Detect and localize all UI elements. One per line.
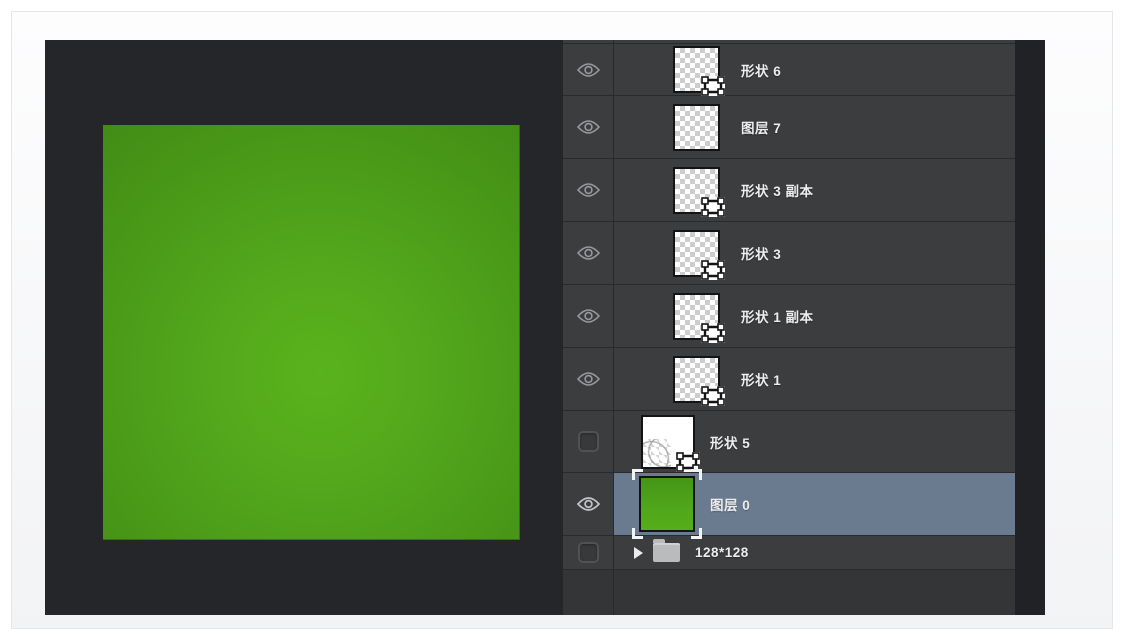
- empty-checkbox-icon: [578, 431, 599, 452]
- layer-row-shape6[interactable]: 形状 6: [563, 44, 1015, 96]
- visibility-toggle[interactable]: [563, 536, 614, 569]
- layer-row-layer7[interactable]: 图层 7: [563, 96, 1015, 159]
- layer-thumbnail[interactable]: [673, 230, 720, 277]
- vector-mask-badge: [700, 259, 726, 281]
- green-square-artwork: [103, 125, 520, 540]
- layer-row-shape1[interactable]: 形状 1: [563, 348, 1015, 411]
- layer-thumbnail[interactable]: [639, 476, 695, 532]
- vector-mask-badge: [700, 322, 726, 344]
- panel-scrollbar-track[interactable]: [1015, 40, 1045, 615]
- layer-name[interactable]: 形状 5: [710, 432, 750, 452]
- visibility-toggle[interactable]: [563, 473, 614, 535]
- selected-thumbnail-wrap[interactable]: [639, 476, 695, 532]
- layer-row-layer0[interactable]: 图层 0: [563, 473, 1015, 536]
- selection-bracket: [691, 528, 702, 539]
- layer-name[interactable]: 图层 7: [741, 117, 781, 137]
- layer-name[interactable]: 形状 3 副本: [741, 180, 814, 200]
- layer-thumbnail[interactable]: [673, 104, 720, 151]
- visibility-toggle[interactable]: [563, 348, 614, 410]
- selection-bracket: [632, 528, 643, 539]
- eye-icon: [576, 496, 601, 512]
- group-name[interactable]: 128*128: [695, 545, 749, 560]
- layer-thumbnail[interactable]: [673, 167, 720, 214]
- layer-row-shape3-copy[interactable]: 形状 3 副本: [563, 159, 1015, 222]
- eye-icon: [576, 245, 601, 261]
- empty-checkbox-icon: [578, 542, 599, 563]
- vector-mask-badge: [700, 385, 726, 407]
- layer-thumbnail[interactable]: [673, 293, 720, 340]
- eye-icon: [576, 371, 601, 387]
- selection-bracket: [691, 469, 702, 480]
- layer-thumbnail[interactable]: [673, 46, 720, 93]
- layer-row-shape5[interactable]: 形状 5: [563, 411, 1015, 473]
- layer-name[interactable]: 形状 6: [741, 60, 781, 80]
- visibility-toggle[interactable]: [563, 159, 614, 221]
- visibility-toggle[interactable]: [563, 44, 614, 95]
- eye-icon: [576, 308, 601, 324]
- layer-row-shape1-copy[interactable]: 形状 1 副本: [563, 285, 1015, 348]
- folder-icon: [653, 543, 680, 562]
- collapse-triangle-icon[interactable]: [634, 547, 643, 559]
- visibility-toggle[interactable]: [563, 285, 614, 347]
- visibility-toggle[interactable]: [563, 411, 614, 472]
- eye-icon: [576, 182, 601, 198]
- eye-icon: [576, 119, 601, 135]
- group-row-128x128[interactable]: 128*128: [563, 536, 1015, 570]
- layer-name[interactable]: 图层 0: [710, 494, 750, 514]
- eye-icon: [576, 62, 601, 78]
- visibility-toggle[interactable]: [563, 96, 614, 158]
- shape-preview: [643, 439, 671, 467]
- layer-thumbnail[interactable]: [673, 356, 720, 403]
- layer-name[interactable]: 形状 3: [741, 243, 781, 263]
- photoshop-workspace: 形状 6 图层 7 形状 3 副本: [45, 40, 1045, 615]
- layer-thumbnail[interactable]: [641, 415, 695, 469]
- document-canvas[interactable]: [45, 40, 563, 615]
- vector-mask-badge: [700, 75, 726, 97]
- layer-row-shape3[interactable]: 形状 3: [563, 222, 1015, 285]
- visibility-toggle[interactable]: [563, 222, 614, 284]
- layer-name[interactable]: 形状 1 副本: [741, 306, 814, 326]
- vector-mask-badge: [700, 196, 726, 218]
- layers-panel: 形状 6 图层 7 形状 3 副本: [563, 40, 1015, 615]
- selection-bracket: [632, 469, 643, 480]
- layer-name[interactable]: 形状 1: [741, 369, 781, 389]
